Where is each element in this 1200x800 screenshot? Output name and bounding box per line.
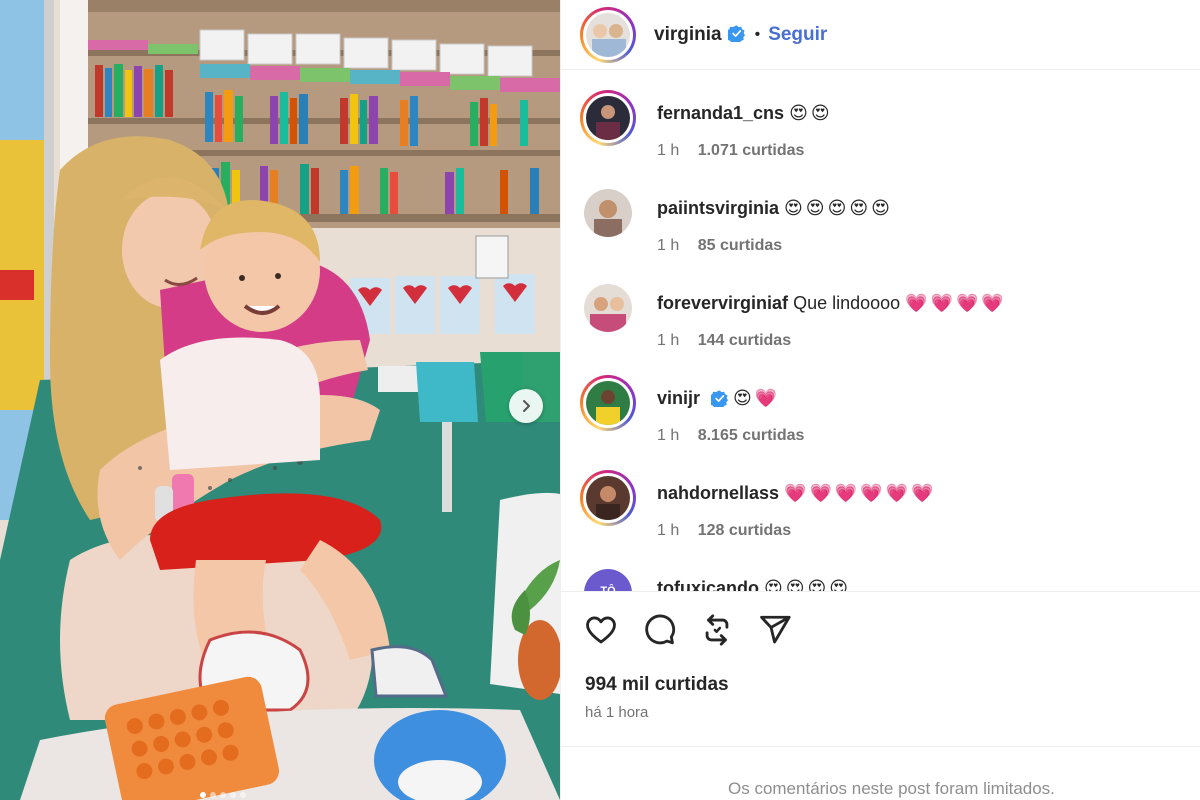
separator-dot: • [754,25,761,43]
comment-text: tofuxicando 😍😍😍😍 [657,578,851,591]
photo-illustration [0,0,560,800]
chevron-right-icon [523,400,530,412]
verified-badge-icon [711,390,729,407]
comment-item: paiintsvirginia 😍😍😍😍😍 1 h 85 curtidas [580,185,1180,280]
comment-emoji: 😍💗 [733,388,781,408]
comment-item: vinijr 😍💗 1 h 8.165 curtidas [580,375,1180,470]
comment-likes[interactable]: 144 curtidas [698,332,791,349]
comment-username[interactable]: forevervirginiaf [657,293,788,313]
post-photo[interactable] [0,0,560,800]
post-header: virginia • Seguir [561,0,1200,70]
author-username[interactable]: virginia [654,24,722,46]
comment-time: 1 h [657,237,680,254]
carousel-dot [230,792,236,798]
post-sidebar: virginia • Seguir fernanda1_cns 😍😍 1 h 1… [560,0,1200,800]
comments-limited-bar: Os comentários neste post foram limitado… [561,746,1200,800]
repost-icon [705,614,729,646]
likes-count[interactable]: 994 mil curtidas [585,674,729,696]
comment-username[interactable]: fernanda1_cns [657,103,784,123]
verified-badge-icon [727,25,745,42]
comments-list[interactable]: fernanda1_cns 😍😍 1 h 1.071 curtidas paii… [561,70,1200,591]
comment-item: nahdornellass 💗💗💗💗💗💗 1 h 128 curtidas [580,470,1180,565]
commenter-avatar[interactable] [580,470,636,526]
carousel-dot [200,792,206,798]
share-button[interactable] [757,612,793,648]
comment-username[interactable]: nahdornellass [657,483,779,503]
comment-body: Que lindoooo [793,293,901,313]
comment-meta: 1 h 144 curtidas [657,332,791,350]
comment-text: fernanda1_cns 😍😍 [657,103,833,124]
repost-button[interactable] [699,612,735,648]
comment-emoji: 💗💗💗💗💗💗 [784,483,937,503]
comment-username[interactable]: vinijr [657,388,700,408]
comment-item: TÔ tofuxicando 😍😍😍😍 [580,565,1180,591]
comment-likes[interactable]: 85 curtidas [698,237,782,254]
comment-time: 1 h [657,522,680,539]
comment-username[interactable]: paiintsvirginia [657,198,779,218]
comment-emoji: 😍😍😍😍 [764,578,852,591]
comment-text: nahdornellass 💗💗💗💗💗💗 [657,483,937,504]
comment-item: fernanda1_cns 😍😍 1 h 1.071 curtidas [580,90,1180,185]
comment-likes[interactable]: 1.071 curtidas [698,142,805,159]
comment-time: 1 h [657,427,680,444]
comment-likes[interactable]: 128 curtidas [698,522,791,539]
comment-meta: 1 h 8.165 curtidas [657,427,804,445]
comment-likes[interactable]: 8.165 curtidas [698,427,805,444]
follow-button[interactable]: Seguir [768,24,827,46]
carousel-dot [210,792,216,798]
comment-button[interactable] [641,612,677,648]
post-actions: 994 mil curtidas há 1 hora [561,591,1200,746]
comment-text: paiintsvirginia 😍😍😍😍😍 [657,198,893,219]
comment-username[interactable]: tofuxicando [657,578,759,591]
carousel-dots [200,792,246,798]
commenter-avatar[interactable]: TÔ [584,569,632,591]
commenter-avatar-image [586,381,630,425]
heart-icon [586,616,616,644]
action-icons [583,612,793,648]
commenter-avatar-image: TÔ [584,569,632,591]
author-avatar[interactable] [580,6,636,63]
commenter-avatar-image [584,189,632,237]
comments-limited-notice: Os comentários neste post foram limitado… [728,779,1055,798]
comment-time: 1 h [657,332,680,349]
comment-item: forevervirginiaf Que lindoooo 💗💗💗💗 1 h 1… [580,280,1180,375]
comment-emoji: 😍😍 [789,103,833,123]
commenter-avatar-image [586,96,630,140]
commenter-avatar[interactable] [580,375,636,431]
commenter-avatar-image [586,476,630,520]
commenter-avatar[interactable] [584,189,632,237]
comment-meta: 1 h 128 curtidas [657,522,791,540]
author-avatar-image [586,12,630,57]
carousel-dot [240,792,246,798]
comment-time: 1 h [657,142,680,159]
commenter-avatar[interactable] [580,90,636,146]
comment-bubble-icon [645,614,675,645]
comment-text: vinijr 😍💗 [657,388,780,409]
carousel-dot [220,792,226,798]
comment-emoji: 💗💗💗💗 [905,293,1007,313]
comment-text: forevervirginiaf Que lindoooo 💗💗💗💗 [657,293,1007,314]
like-button[interactable] [583,612,619,648]
send-icon [760,615,791,644]
commenter-avatar-image [584,284,632,332]
comment-meta: 1 h 1.071 curtidas [657,142,804,160]
post-timestamp: há 1 hora [585,704,649,721]
commenter-avatar[interactable] [584,284,632,332]
carousel-next-button[interactable] [509,389,543,423]
commenter-avatar-text: TÔ [600,584,616,591]
comment-meta: 1 h 85 curtidas [657,237,782,255]
comment-emoji: 😍😍😍😍😍 [784,198,893,218]
